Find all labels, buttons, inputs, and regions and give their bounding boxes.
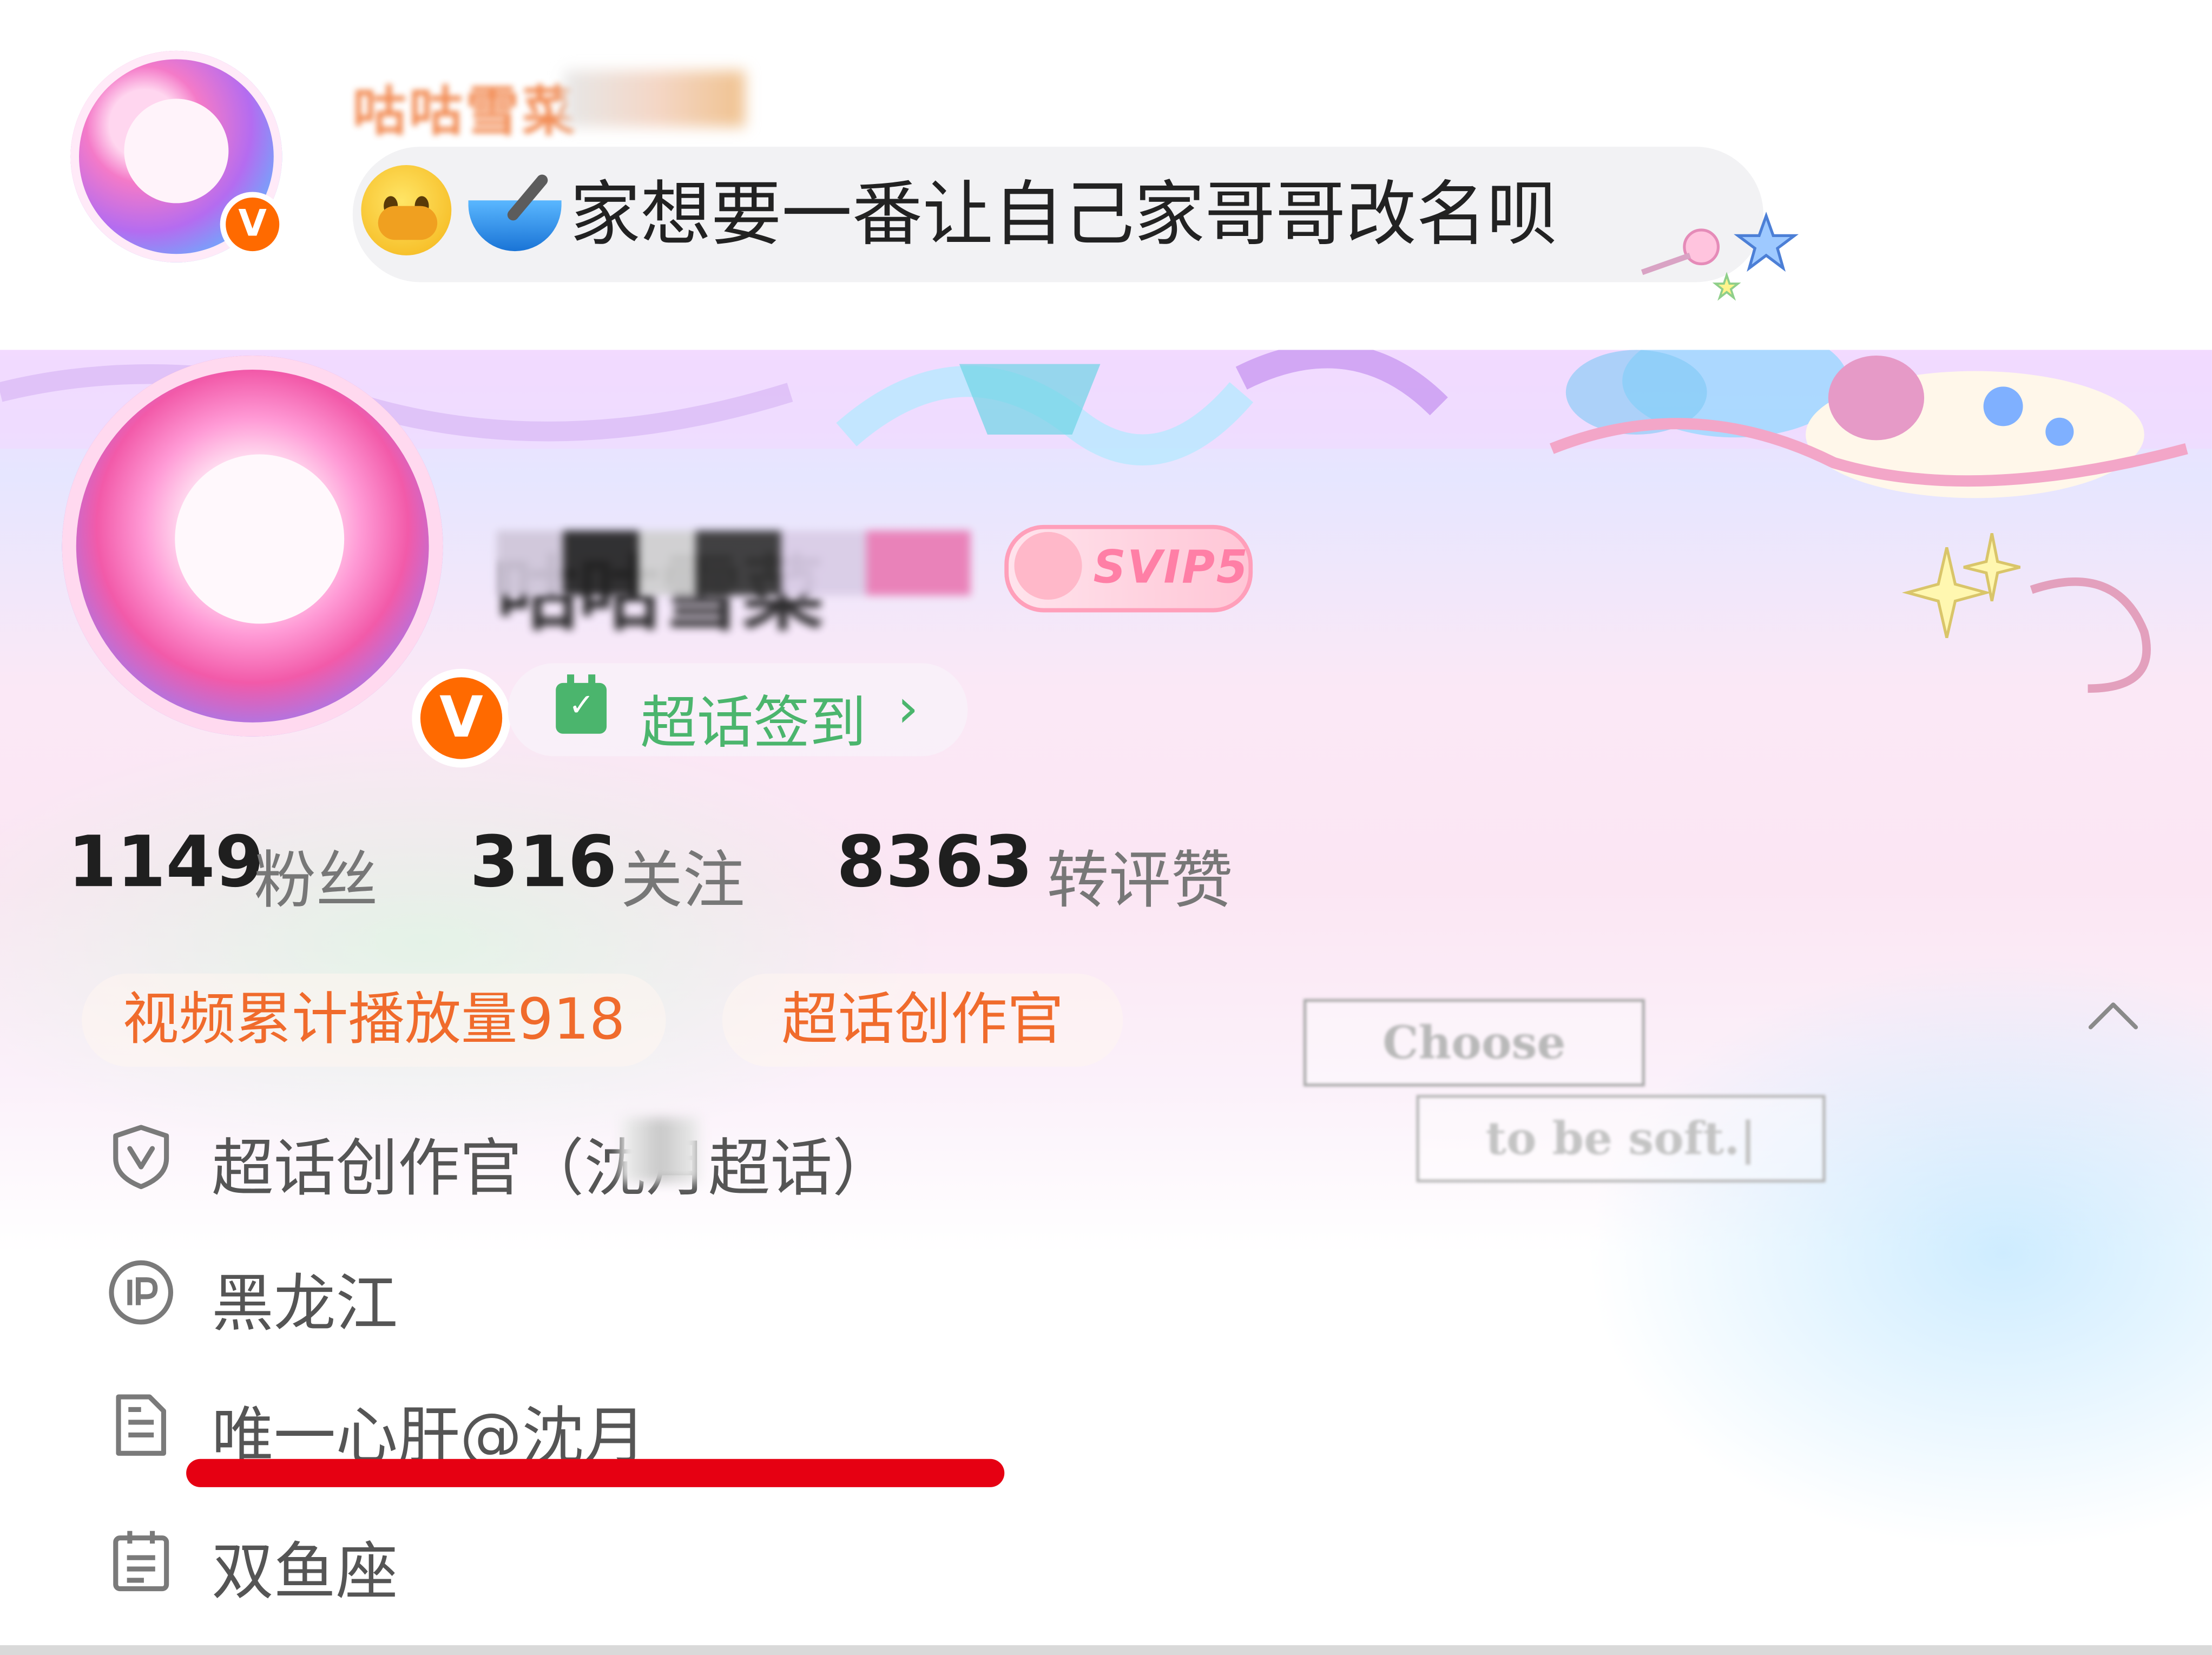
red-highlight-underline — [186, 1459, 1005, 1487]
chevron-right-icon: › — [897, 677, 919, 740]
info-text: 黑龙江 — [212, 1268, 398, 1341]
svip-level-label: SVIP5 — [1093, 540, 1249, 594]
ip-location-icon — [109, 1260, 174, 1325]
following-count[interactable]: 316 — [470, 821, 617, 903]
weibo-screenshot: V 咕咕雪菜 家想要一番让自己家哥哥改名呗 V SVIP5 ✓ 超话签到 › 1… — [0, 0, 2212, 1655]
signature-choose: Choose — [1303, 999, 1645, 1087]
covering-hands — [378, 206, 438, 240]
followers-label[interactable]: 粉丝 — [254, 830, 378, 920]
chevron-up-icon[interactable] — [2085, 993, 2141, 1035]
profile-avatar[interactable]: V — [62, 355, 511, 768]
calendar-check-icon — [556, 674, 607, 734]
info-text: 双鱼座 — [212, 1536, 398, 1609]
engagement-count[interactable]: 8363 — [837, 821, 1033, 903]
comment-text: 家想要一番让自己家哥哥改名呗 — [570, 173, 1558, 255]
engagement-label[interactable]: 转评赞 — [1046, 830, 1233, 920]
name-privacy-mosaic — [496, 530, 971, 596]
name-privacy-blur — [564, 70, 745, 127]
supertopic-creator-tag[interactable]: 超话创作官 — [722, 973, 1123, 1067]
avatar-face — [124, 98, 229, 203]
document-icon — [116, 1394, 166, 1456]
signature-soft: to be soft.| — [1416, 1095, 1826, 1183]
verified-badge-icon: V — [412, 668, 511, 768]
profile-header: V 咕咕雪菜 SVIP5 超话签到 › 1149 粉丝 316 关注 8363 … — [0, 350, 2212, 1655]
bottom-divider — [0, 1645, 2212, 1655]
supertopic-checkin-button[interactable]: 超话签到 › — [508, 663, 968, 757]
checkin-label: 超话签到 — [640, 691, 866, 757]
verified-badge-icon: V — [220, 192, 285, 257]
comment-card: V 咕咕雪菜 家想要一番让自己家哥哥改名呗 — [0, 0, 2212, 350]
commenter-name[interactable]: 咕咕雪菜 — [353, 68, 578, 143]
svip-badge[interactable]: SVIP5 — [1004, 524, 1253, 613]
followers-count[interactable]: 1149 — [68, 821, 264, 903]
shield-v-icon — [113, 1125, 169, 1190]
calendar-list-icon — [113, 1531, 169, 1592]
bear-mascot-icon — [1014, 531, 1082, 600]
avatar-face — [175, 454, 345, 624]
info-text: 超话创作官（沈月超话） — [212, 1133, 894, 1205]
bubble-key-star-decoration-icon — [1641, 212, 1799, 301]
video-plays-tag[interactable]: 视频累计播放量918 — [82, 973, 666, 1067]
text-privacy-mosaic — [621, 1117, 700, 1183]
following-label[interactable]: 关注 — [621, 830, 745, 920]
commenter-avatar[interactable]: V — [70, 50, 285, 262]
